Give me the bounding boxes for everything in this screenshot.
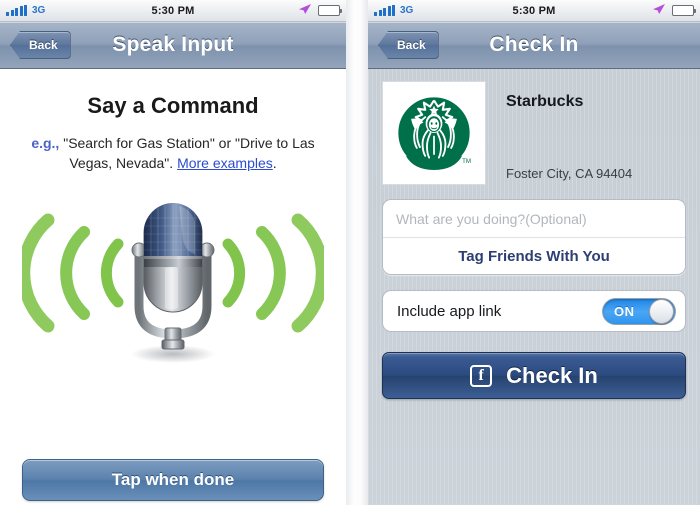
svg-text:TM: TM xyxy=(462,158,471,165)
status-bar-time: 5:30 PM xyxy=(512,4,556,17)
note-and-tag-card: What are you doing?(Optional) Tag Friend… xyxy=(382,199,686,275)
screenshot-root: 3G 5:30 PM Back Speak Input Say a Comman… xyxy=(0,0,700,505)
sound-wave-icon-left xyxy=(17,208,132,338)
sound-wave-icon-right xyxy=(214,208,329,338)
location-arrow-icon xyxy=(652,2,666,20)
microphone-graphic xyxy=(0,184,346,374)
hint-trailing-text: . xyxy=(272,155,277,172)
more-examples-link[interactable]: More examples xyxy=(177,155,273,171)
starbucks-logo-icon: TM xyxy=(382,81,486,185)
tag-friends-button[interactable]: Tag Friends With You xyxy=(383,237,685,274)
phone-screen-check-in: 3G 5:30 PM Back Check In TM Starbucks Fo… xyxy=(368,0,700,505)
battery-icon xyxy=(318,5,342,16)
check-in-body: TM Starbucks Foster City, CA 94404 What … xyxy=(368,69,700,505)
page-title-left: Speak Input xyxy=(112,33,234,56)
battery-icon xyxy=(672,5,696,16)
status-note-placeholder: What are you doing?(Optional) xyxy=(396,210,587,227)
status-bar-left: 3G 5:30 PM xyxy=(0,0,346,22)
status-bar-time: 5:30 PM xyxy=(151,4,195,17)
status-bar-right: 3G 5:30 PM xyxy=(368,0,700,22)
tap-when-done-button[interactable]: Tap when done xyxy=(22,459,324,501)
status-bar-right-group-2 xyxy=(652,0,696,21)
include-app-link-row: Include app link ON xyxy=(382,290,686,332)
microphone-icon xyxy=(117,194,229,364)
nav-bar-left: Back Speak Input xyxy=(0,22,346,69)
venue-name: Starbucks xyxy=(506,93,584,110)
panel-gutter xyxy=(346,0,368,505)
toggle-state-label: ON xyxy=(614,303,635,319)
command-examples-hint: e.g., "Search for Gas Station" or "Drive… xyxy=(16,133,330,174)
venue-header: TM Starbucks Foster City, CA 94404 xyxy=(382,69,686,185)
toggle-knob xyxy=(649,298,674,324)
headline-say-a-command: Say a Command xyxy=(87,93,259,118)
facebook-f-icon: f xyxy=(470,364,493,387)
eg-prefix: e.g., xyxy=(31,135,60,151)
phone-screen-speak-input: 3G 5:30 PM Back Speak Input Say a Comman… xyxy=(0,0,346,505)
include-app-link-label: Include app link xyxy=(397,302,502,320)
nav-bar-right: Back Check In xyxy=(368,22,700,69)
venue-address: Foster City, CA 94404 xyxy=(506,166,633,181)
venue-info: Starbucks Foster City, CA 94404 xyxy=(486,81,686,185)
page-title-right: Check In xyxy=(489,33,579,56)
check-in-button-label: Check In xyxy=(506,362,598,388)
include-app-link-toggle[interactable]: ON xyxy=(602,297,676,325)
location-arrow-icon xyxy=(298,2,312,20)
status-note-field[interactable]: What are you doing?(Optional) xyxy=(383,200,685,237)
facebook-check-in-button[interactable]: f Check In xyxy=(382,352,686,399)
speak-input-body: Say a Command e.g., "Search for Gas Stat… xyxy=(0,93,346,505)
status-bar-right-group xyxy=(298,0,342,21)
